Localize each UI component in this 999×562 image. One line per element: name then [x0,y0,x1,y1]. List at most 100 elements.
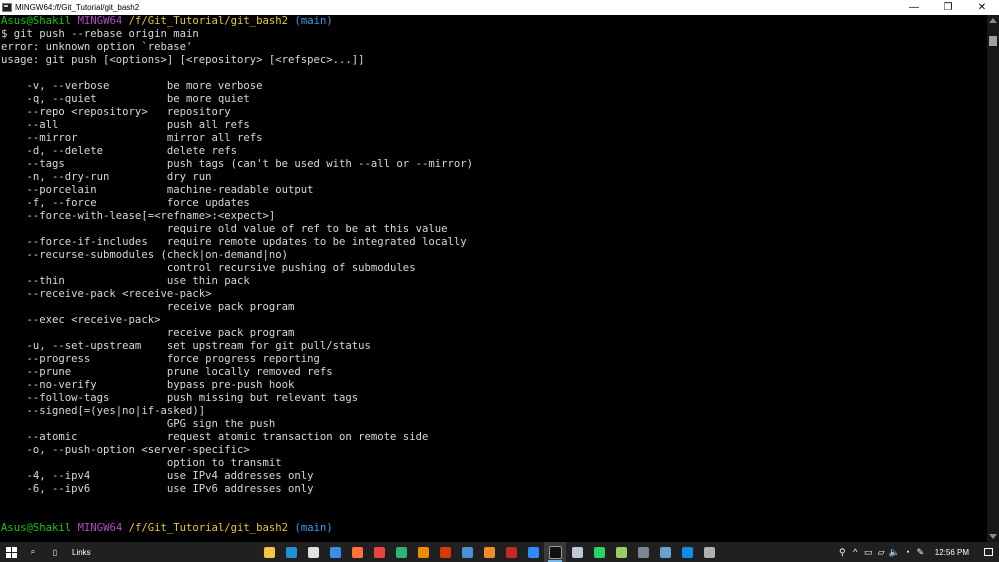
option-line: --recurse-submodules (check|on-demand|no… [1,249,289,261]
system-tray: ⚲ ^ ▭ ▱ 🔈 ◔ ✎ 12:56 PM [836,542,999,562]
minimize-button[interactable]: — [897,0,931,15]
taskbar-app-steam[interactable] [654,542,676,562]
option-line: receive pack program [1,301,295,313]
option-line: --mirror mirror all refs [1,132,263,144]
notifications-icon [983,548,993,556]
prompt-path: /f/Git_Tutorial/git_bash2 [128,522,289,534]
links-toolbar[interactable]: Links [72,548,91,557]
filezilla-icon [505,546,517,558]
pinned-apps [258,542,720,562]
option-line: --repo <repository> repository [1,106,231,118]
remote-desktop-icon [571,546,583,558]
option-line: --prune prune locally removed refs [1,366,333,378]
scroll-down-arrow-icon[interactable] [989,534,997,539]
option-line: control recursive pushing of submodules [1,262,416,274]
taskbar-app-notes[interactable] [698,542,720,562]
taskbar-app-remote-desktop[interactable] [566,542,588,562]
people-icon[interactable]: ⚲ [836,542,849,562]
search-icon[interactable]: ⌕ [22,542,44,562]
notes-icon [703,546,715,558]
option-line: require old value of ref to be at this v… [1,223,448,235]
taskbar-app-vpn[interactable] [610,542,632,562]
clock[interactable]: 12:56 PM [935,548,969,557]
close-button[interactable]: ✕ [965,0,999,15]
prompt-branch: (main) [294,15,333,27]
taskbar-app-vlc[interactable] [412,542,434,562]
taskbar-app-filezilla[interactable] [500,542,522,562]
option-line: --force-if-includes require remote updat… [1,236,467,248]
taskbar-app-file-explorer[interactable] [258,542,280,562]
taskbar-app-store[interactable] [302,542,324,562]
taskbar-app-whatsapp[interactable] [588,542,610,562]
option-line: -f, --force force updates [1,197,250,209]
vlc-icon [417,546,429,558]
option-line: --signed[=(yes|no|if-asked)] [1,405,206,417]
option-line: --exec <receive-pack> [1,314,161,326]
network-icon[interactable]: ▱ [875,542,888,562]
option-line: -u, --set-upstream set upstream for git … [1,340,371,352]
notifications-button[interactable] [977,542,999,562]
taskbar-app-sublime[interactable] [478,542,500,562]
option-line: --force-with-lease[=<refname>:<expect>] [1,210,276,222]
show-hidden-icons-icon[interactable]: ^ [849,542,862,562]
option-line: -o, --push-option <server-specific> [1,444,250,456]
prompt-branch: (main) [294,522,333,534]
taskbar-app-teamviewer[interactable] [676,542,698,562]
scroll-thumb[interactable] [989,36,997,46]
taskbar-app-virtualbox[interactable] [456,542,478,562]
option-line: -q, --quiet be more quiet [1,93,250,105]
office-icon [439,546,451,558]
option-line: --progress force progress reporting [1,353,320,365]
vertical-scrollbar[interactable] [987,15,999,542]
option-line: receive pack program [1,327,295,339]
taskbar-app-zoom[interactable] [522,542,544,562]
window-title: MINGW64:/f/Git_Tutorial/git_bash2 [15,3,140,12]
option-line: -d, --delete delete refs [1,145,238,157]
taskbar-app-firefox[interactable] [346,542,368,562]
volume-icon[interactable]: 🔈 [888,542,901,562]
whatsapp-icon [593,546,605,558]
taskbar-app-gitkraken[interactable] [390,542,412,562]
start-button[interactable] [0,542,22,562]
chrome-icon [373,546,385,558]
option-line: --porcelain machine-readable output [1,184,314,196]
taskbar-app-edge[interactable] [280,542,302,562]
taskbar-app-mail[interactable] [324,542,346,562]
option-line: GPG sign the push [1,418,276,430]
taskbar-app-terminal[interactable] [544,542,566,562]
taskbar-app-office[interactable] [434,542,456,562]
terminal-output[interactable]: Asus@Shakil MINGW64 /f/Git_Tutorial/git_… [0,15,988,542]
option-line: -v, --verbose be more verbose [1,80,263,92]
file-explorer-icon [263,546,275,558]
prompt-user: Asus@Shakil [1,522,72,534]
vpn-icon [615,546,627,558]
prompt-line-bottom: Asus@Shakil MINGW64 /f/Git_Tutorial/git_… [1,522,988,535]
edge-icon [285,546,297,558]
battery-icon[interactable]: ▭ [862,542,875,562]
steam-icon [659,546,671,558]
calculator-icon [637,546,649,558]
option-line: --all push all refs [1,119,250,131]
pen-icon[interactable]: ✎ [914,542,927,562]
options-list: -v, --verbose be more verbose -q, --quie… [1,80,988,496]
scroll-up-arrow-icon[interactable] [989,18,997,23]
error-line: error: unknown option `rebase' [1,41,193,53]
task-view-icon[interactable]: ▯ [44,542,66,562]
option-line: -6, --ipv6 use IPv6 addresses only [1,483,314,495]
mail-icon [329,546,341,558]
taskbar-app-chrome[interactable] [368,542,390,562]
taskbar-app-calculator[interactable] [632,542,654,562]
option-line: --no-verify bypass pre-push hook [1,379,295,391]
command-line: $ git push --rebase origin main [1,28,199,40]
gitkraken-icon [395,546,407,558]
option-line: --tags push tags (can't be used with --a… [1,158,473,170]
usage-line: usage: git push [<options>] [<repository… [1,54,365,66]
option-line: -n, --dry-run dry run [1,171,212,183]
window-title-bar[interactable]: MINGW64:/f/Git_Tutorial/git_bash2 — ❐ ✕ [0,0,999,15]
terminal-icon [548,545,562,559]
maximize-button[interactable]: ❐ [931,0,965,15]
wifi-icon[interactable]: ◔ [901,542,914,562]
